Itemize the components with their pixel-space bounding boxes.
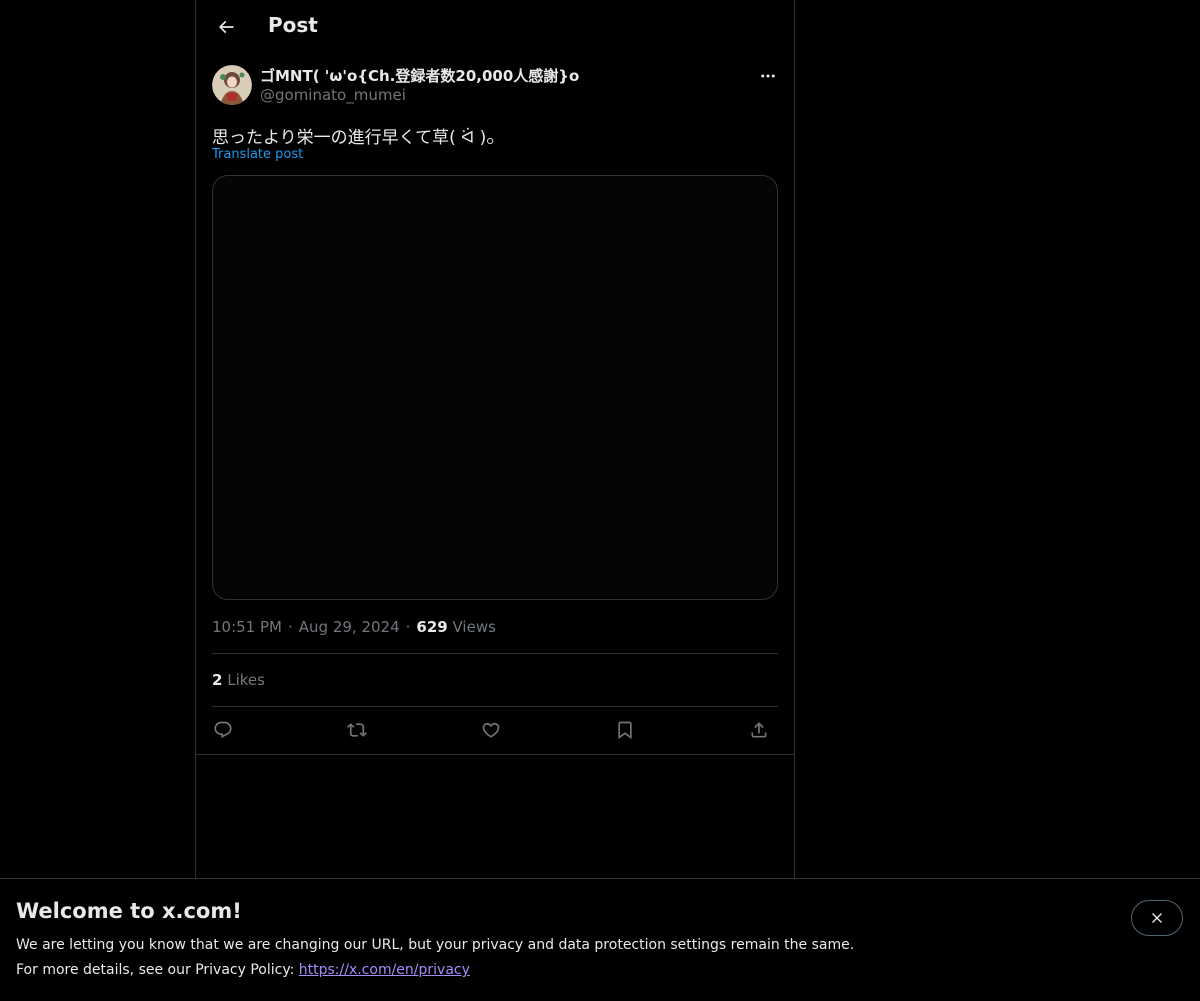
share-button[interactable]	[741, 712, 777, 748]
banner-close-button[interactable]	[1131, 900, 1183, 936]
post-header: Post	[196, 0, 794, 54]
post-time[interactable]: 10:51 PM	[212, 618, 282, 636]
banner-title: Welcome to x.com!	[16, 899, 242, 923]
back-button[interactable]	[208, 9, 244, 45]
author-avatar[interactable]	[212, 65, 252, 105]
divider	[212, 653, 778, 654]
meta-separator: ·	[287, 618, 293, 636]
share-icon	[751, 722, 767, 738]
ellipsis-icon	[761, 74, 775, 78]
privacy-policy-link[interactable]: https://x.com/en/privacy	[299, 962, 470, 978]
divider	[196, 754, 794, 755]
divider	[212, 706, 778, 707]
author-display-name[interactable]: ゴMNT( 'ω'o{Ch.登録者数20,000人感謝}o	[260, 65, 579, 86]
reply-button[interactable]	[205, 712, 241, 748]
views-label: Views	[452, 618, 496, 636]
likes-label: Likes	[227, 671, 265, 689]
post-text: 思ったより栄一の進行早くて草( ᐛ )𓃉	[212, 128, 495, 148]
url-change-banner: Welcome to x.com! We are letting you kno…	[0, 878, 1200, 1001]
repost-button[interactable]	[339, 712, 375, 748]
views-count: 629	[416, 618, 448, 636]
bookmark-button[interactable]	[607, 712, 643, 748]
post-media[interactable]	[212, 175, 778, 600]
avatar-image	[212, 65, 252, 105]
close-icon	[1152, 913, 1162, 923]
translate-post-link[interactable]: Translate post	[212, 147, 303, 162]
arrow-left-icon	[218, 20, 234, 34]
post-date[interactable]: Aug 29, 2024	[299, 618, 400, 636]
likes-row[interactable]: 2 Likes	[212, 671, 265, 689]
banner-message: We are letting you know that we are chan…	[16, 937, 855, 953]
action-bar	[212, 712, 778, 748]
meta-separator: ·	[405, 618, 411, 636]
banner-privacy-prefix: For more details, see our Privacy Policy…	[16, 962, 295, 978]
heart-icon	[482, 722, 500, 738]
page-title: Post	[268, 13, 318, 37]
banner-privacy-line: For more details, see our Privacy Policy…	[16, 962, 470, 978]
main-column: Post ゴMNT( 'ω'o{Ch.登録者数20,000人感謝}o @gomi…	[195, 0, 795, 1000]
author-handle[interactable]: @gominato_mumei	[260, 86, 406, 104]
like-button[interactable]	[473, 712, 509, 748]
likes-count: 2	[212, 671, 223, 689]
repost-icon	[347, 723, 367, 737]
bookmark-icon	[618, 721, 632, 740]
post-meta: 10:51 PM · Aug 29, 2024 · 629 Views	[212, 618, 496, 636]
reply-icon	[214, 721, 232, 739]
more-options-button[interactable]	[754, 62, 782, 90]
